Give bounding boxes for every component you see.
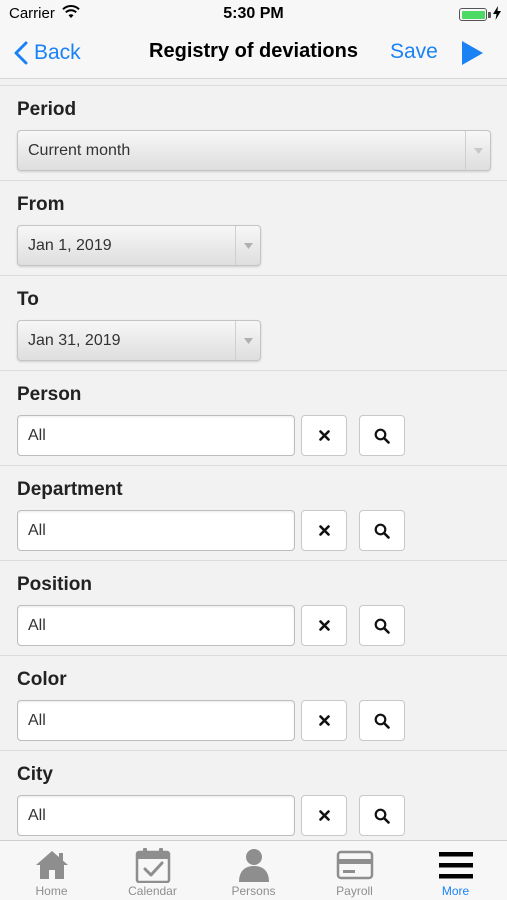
department-value: All [28, 522, 46, 539]
close-icon [318, 430, 330, 441]
clock: 5:30 PM [223, 5, 284, 22]
run-button[interactable] [460, 40, 484, 71]
tab-more-label: More [441, 884, 470, 898]
close-icon [318, 810, 330, 821]
person-input[interactable]: All [17, 415, 295, 456]
to-label: To [17, 289, 39, 310]
period-field: Period Current month [0, 85, 507, 180]
back-label: Back [34, 41, 81, 64]
search-icon [374, 428, 390, 444]
from-value: Jan 1, 2019 [28, 237, 112, 254]
city-value: All [28, 807, 46, 824]
to-value: Jan 31, 2019 [28, 332, 121, 349]
tab-payroll[interactable]: Payroll [304, 841, 405, 900]
dropdown-arrow-icon [235, 321, 260, 360]
department-input[interactable]: All [17, 510, 295, 551]
color-input[interactable]: All [17, 700, 295, 741]
department-clear-button[interactable] [301, 510, 347, 551]
person-search-button[interactable] [359, 415, 405, 456]
color-value: All [28, 712, 46, 729]
save-button[interactable]: Save [390, 40, 438, 64]
tab-more[interactable]: More [405, 841, 506, 900]
back-button[interactable]: Back [14, 37, 81, 69]
tab-home[interactable]: Home [1, 841, 102, 900]
person-label: Person [17, 384, 82, 405]
tab-payroll-label: Payroll [336, 884, 373, 898]
close-icon [318, 525, 330, 536]
period-select[interactable]: Current month [17, 130, 491, 171]
period-value: Current month [28, 142, 131, 159]
search-icon [374, 523, 390, 539]
battery-tip [488, 12, 491, 18]
from-field: From Jan 1, 2019 [0, 180, 507, 275]
city-input[interactable]: All [17, 795, 295, 836]
search-icon [374, 618, 390, 634]
city-clear-button[interactable] [301, 795, 347, 836]
position-value: All [28, 617, 46, 634]
tab-bar: Home Calendar Persons Payroll More [0, 840, 507, 900]
color-clear-button[interactable] [301, 700, 347, 741]
charging-icon [493, 6, 501, 25]
department-label: Department [17, 479, 123, 500]
search-icon [374, 808, 390, 824]
color-label: Color [17, 669, 67, 690]
tab-persons-label: Persons [231, 884, 276, 898]
card-icon [304, 847, 405, 883]
person-icon [203, 847, 304, 883]
to-field: To Jan 31, 2019 [0, 275, 507, 370]
department-search-button[interactable] [359, 510, 405, 551]
dropdown-arrow-icon [465, 131, 490, 170]
tab-calendar[interactable]: Calendar [102, 841, 203, 900]
color-field: Color All [0, 655, 507, 750]
play-icon [462, 41, 483, 65]
from-date-select[interactable]: Jan 1, 2019 [17, 225, 261, 266]
city-field: City All [0, 750, 507, 845]
to-date-select[interactable]: Jan 31, 2019 [17, 320, 261, 361]
tab-persons[interactable]: Persons [203, 841, 304, 900]
position-input[interactable]: All [17, 605, 295, 646]
position-clear-button[interactable] [301, 605, 347, 646]
tab-calendar-label: Calendar [128, 884, 177, 898]
battery-icon [459, 8, 487, 21]
city-search-button[interactable] [359, 795, 405, 836]
position-field: Position All [0, 560, 507, 655]
from-label: From [17, 194, 65, 215]
search-icon [374, 713, 390, 729]
person-clear-button[interactable] [301, 415, 347, 456]
position-label: Position [17, 574, 92, 595]
city-label: City [17, 764, 53, 785]
tab-home-label: Home [35, 884, 68, 898]
period-label: Period [17, 99, 77, 120]
person-field: Person All [0, 370, 507, 465]
chevron-left-icon [14, 41, 28, 65]
home-icon [1, 847, 102, 883]
navigation-bar: Back Registry of deviations Save [0, 28, 507, 79]
menu-icon [405, 847, 506, 883]
close-icon [318, 715, 330, 726]
color-search-button[interactable] [359, 700, 405, 741]
department-field: Department All [0, 465, 507, 560]
dropdown-arrow-icon [235, 226, 260, 265]
position-search-button[interactable] [359, 605, 405, 646]
calendar-icon [102, 847, 203, 883]
close-icon [318, 620, 330, 631]
status-bar: Carrier 5:30 PM [0, 0, 507, 28]
person-value: All [28, 427, 46, 444]
